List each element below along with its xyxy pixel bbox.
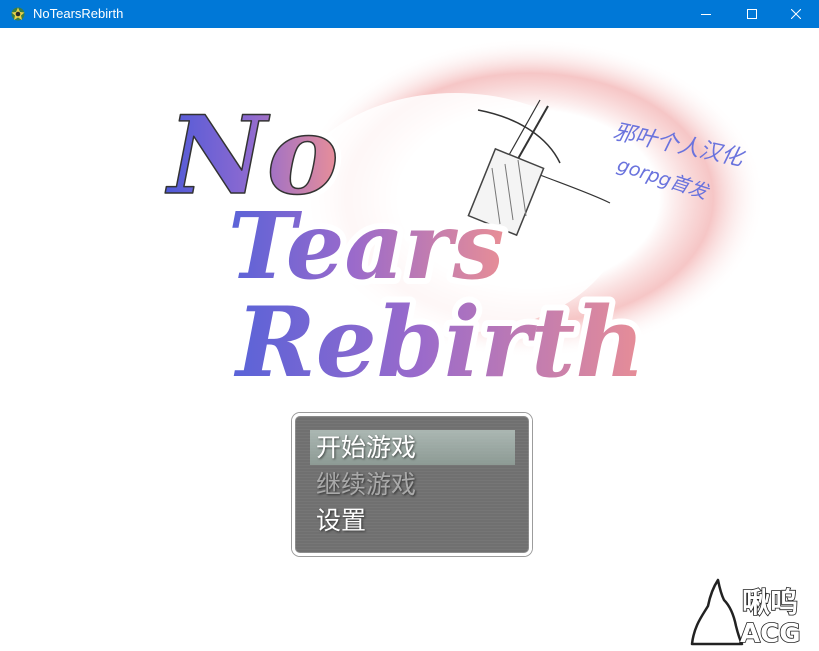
close-icon [791,9,801,19]
maximize-button[interactable] [729,0,775,28]
watermark-line1: 啾呜 [742,586,798,619]
window-titlebar[interactable]: NoTearsRebirth [0,0,819,28]
window-title: NoTearsRebirth [33,6,124,21]
menu-item-continue[interactable]: 继续游戏 [310,467,515,502]
game-canvas[interactable]: No No Tears Rebirth 邪叶个人汉化 gorpg首发 开始游戏 … [0,28,819,651]
title-artwork: No No Tears Rebirth 邪叶个人汉化 gorpg首发 [159,38,765,405]
minimize-button[interactable] [683,0,729,28]
logo-line-rebirth: Rebirth [233,286,645,399]
maximize-icon [747,9,757,19]
watermark-line2: ACG [740,619,801,646]
minimize-icon [701,14,711,15]
logo-line-tears: Tears [228,192,504,300]
close-button[interactable] [773,0,819,28]
menu-item-settings[interactable]: 设置 [310,503,515,538]
title-command-menu: 开始游戏 继续游戏 设置 [292,413,532,556]
app-icon [11,7,25,21]
wolf-logo-icon [690,578,744,646]
menu-item-new-game[interactable]: 开始游戏 [310,430,515,465]
site-watermark: 啾呜 ACG [690,578,801,646]
